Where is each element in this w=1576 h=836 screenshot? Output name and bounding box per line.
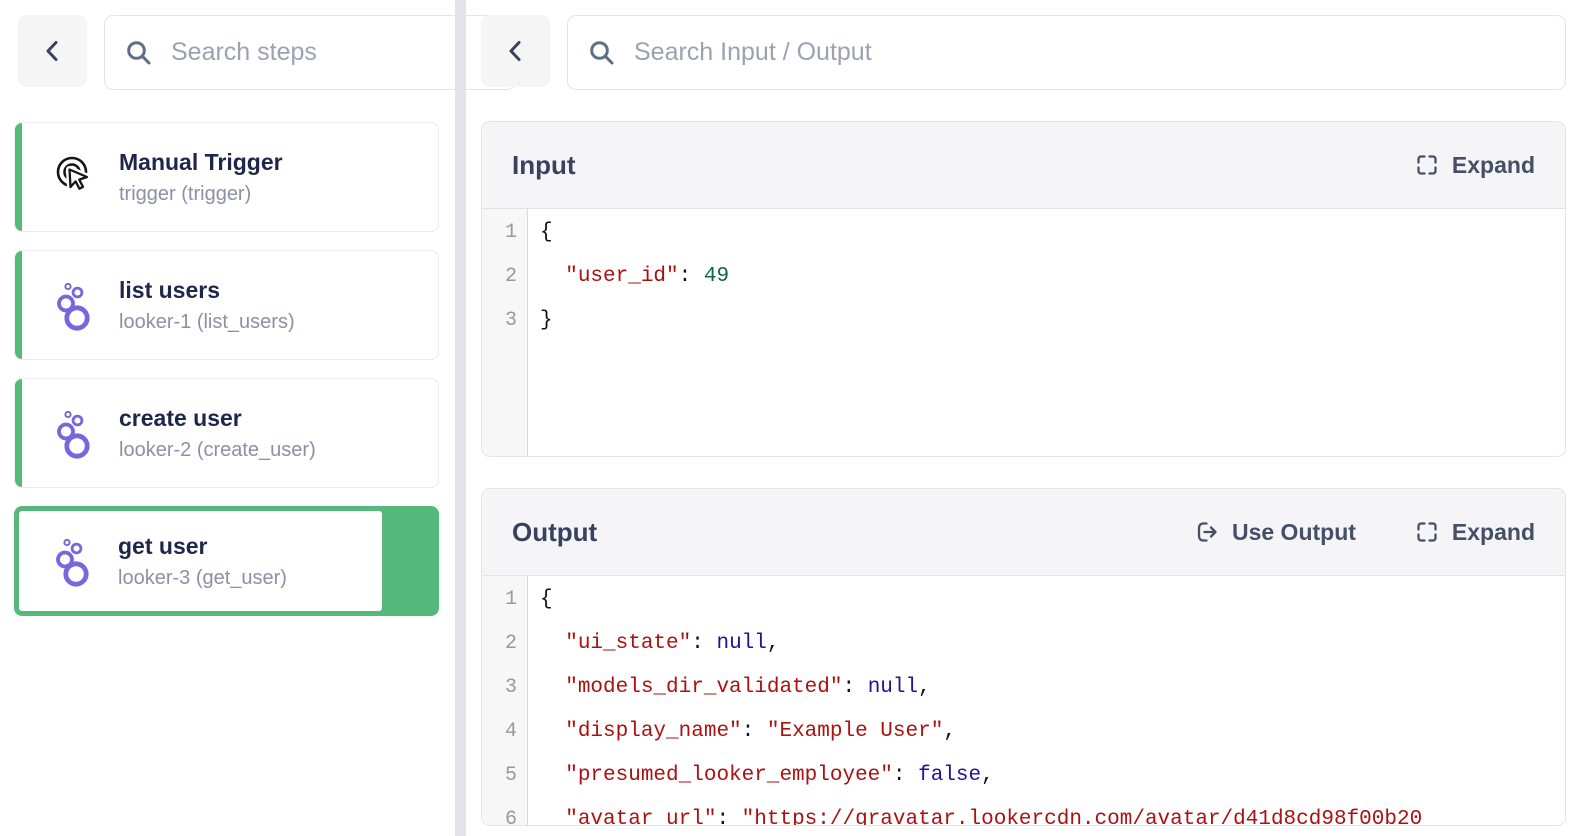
io-search-box[interactable] — [567, 15, 1566, 90]
input-expand-button[interactable]: Expand — [1414, 152, 1535, 179]
use-output-button[interactable]: Use Output — [1194, 519, 1356, 546]
input-code-editor[interactable]: 123 { "user_id": 49} — [482, 209, 1565, 456]
steps-panel-header — [0, 15, 455, 90]
output-expand-label: Expand — [1452, 519, 1535, 546]
io-panel-header — [481, 15, 1566, 90]
steps-search-input[interactable] — [169, 37, 495, 68]
panel-divider — [455, 0, 466, 836]
step-subtitle: looker-2 (create_user) — [119, 439, 316, 461]
step-card-get-user[interactable]: get user looker-3 (get_user) — [14, 506, 439, 616]
manual-trigger-icon — [51, 151, 99, 203]
line-number: 3 — [482, 299, 527, 343]
steps-back-button[interactable] — [18, 15, 87, 87]
input-section-title: Input — [512, 150, 576, 181]
code-line: { — [540, 578, 1565, 622]
input-section: Input Expand — [481, 121, 1566, 457]
output-expand-button[interactable]: Expand — [1414, 519, 1535, 546]
input-expand-label: Expand — [1452, 152, 1535, 179]
search-icon — [125, 39, 153, 67]
line-number: 2 — [482, 255, 527, 299]
code-line: "presumed_looker_employee": false, — [540, 754, 1565, 798]
line-number: 1 — [482, 211, 527, 255]
step-title: list users — [119, 277, 295, 303]
use-output-label: Use Output — [1232, 519, 1356, 546]
input-section-header: Input Expand — [482, 122, 1565, 209]
io-back-button[interactable] — [481, 15, 550, 87]
expand-icon — [1414, 519, 1440, 545]
looker-icon — [50, 535, 98, 587]
output-section-title: Output — [512, 517, 597, 548]
io-search-input[interactable] — [632, 37, 1545, 68]
line-number: 3 — [482, 666, 527, 710]
step-title: create user — [119, 405, 316, 431]
step-title: Manual Trigger — [119, 149, 283, 175]
step-subtitle: trigger (trigger) — [119, 183, 283, 205]
output-section-header: Output Use Output — [482, 489, 1565, 576]
code-line: "user_id": 49 — [540, 255, 1565, 299]
step-card-list-users[interactable]: list users looker-1 (list_users) — [14, 250, 439, 360]
code-lines: { "user_id": 49} — [528, 209, 1565, 456]
code-line: "display_name": "Example User", — [540, 710, 1565, 754]
gutter: 123 — [482, 209, 528, 456]
line-number: 6 — [482, 798, 527, 825]
code-lines: { "ui_state": null, "models_dir_validate… — [528, 576, 1565, 825]
step-status-strip — [15, 251, 22, 359]
output-section: Output Use Output — [481, 488, 1566, 826]
gutter: 123456 — [482, 576, 528, 825]
steps-panel: Manual Trigger trigger (trigger) — [0, 0, 455, 836]
step-card-create-user[interactable]: create user looker-2 (create_user) — [14, 378, 439, 488]
step-status-strip — [15, 379, 22, 487]
step-subtitle: looker-1 (list_users) — [119, 311, 295, 333]
line-number: 1 — [482, 578, 527, 622]
step-title: get user — [118, 533, 287, 559]
step-status-strip — [15, 123, 22, 231]
chevron-left-icon — [40, 38, 66, 64]
code-line: "models_dir_validated": null, — [540, 666, 1565, 710]
step-subtitle: looker-3 (get_user) — [118, 567, 287, 589]
line-number: 5 — [482, 754, 527, 798]
expand-icon — [1414, 152, 1440, 178]
step-card-manual-trigger[interactable]: Manual Trigger trigger (trigger) — [14, 122, 439, 232]
code-line: { — [540, 211, 1565, 255]
use-output-icon — [1194, 519, 1220, 545]
code-line: } — [540, 299, 1565, 343]
code-line: "ui_state": null, — [540, 622, 1565, 666]
line-number: 4 — [482, 710, 527, 754]
looker-icon — [51, 407, 99, 459]
steps-list: Manual Trigger trigger (trigger) — [0, 122, 455, 616]
chevron-left-icon — [503, 38, 529, 64]
output-code-editor[interactable]: 123456 { "ui_state": null, "models_dir_v… — [482, 576, 1565, 825]
looker-icon — [51, 279, 99, 331]
workflow-debugger: Manual Trigger trigger (trigger) — [0, 0, 1576, 836]
io-panel: Input Expand — [466, 0, 1576, 836]
line-number: 2 — [482, 622, 527, 666]
search-icon — [588, 39, 616, 67]
code-line: "avatar_url": "https://gravatar.lookercd… — [540, 798, 1565, 825]
